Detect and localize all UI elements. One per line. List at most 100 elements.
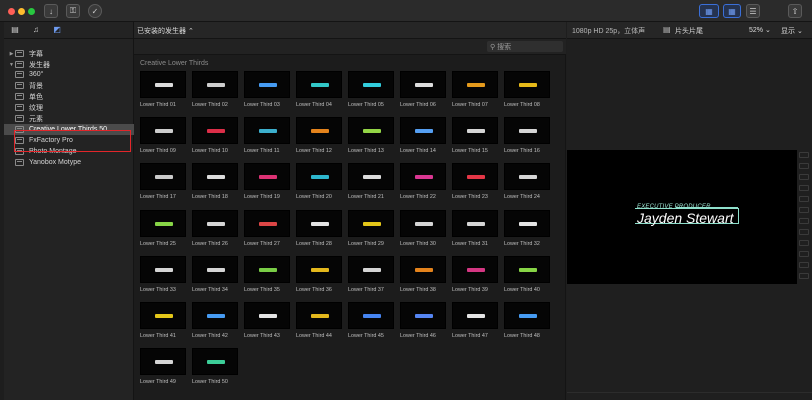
disclosure-closed-icon[interactable]: ▶ [8, 51, 15, 57]
generator-tile[interactable]: Lower Third 32 [504, 209, 550, 247]
generator-tile[interactable]: Lower Third 35 [244, 255, 290, 293]
generator-tile[interactable]: Lower Third 36 [296, 255, 342, 293]
thumbnail-title-graphic [467, 221, 485, 226]
generator-tile[interactable]: Lower Third 09 [140, 117, 186, 154]
generator-tile[interactable]: Lower Third 03 [244, 71, 290, 108]
installed-generators-select[interactable]: 已安装的发生器 ⌃ [137, 26, 194, 36]
project-format: 1080p HD 25p，立体声 [572, 28, 646, 35]
generator-tile[interactable]: Lower Third 47 [452, 302, 498, 339]
titles-generators-icon[interactable]: ◩ [51, 25, 63, 36]
timeline-layout-button[interactable]: ▦ [723, 4, 741, 18]
close-window-button[interactable] [8, 8, 15, 15]
sidebar-item[interactable]: 元素 [4, 113, 134, 124]
generator-tile[interactable]: Lower Third 25 [140, 209, 186, 247]
music-icon[interactable]: ♫ [30, 25, 42, 36]
generator-tile[interactable]: Lower Third 22 [400, 163, 446, 200]
generator-tile[interactable]: Lower Third 42 [192, 302, 238, 339]
generator-tile[interactable]: Lower Third 30 [400, 209, 446, 247]
library-icon[interactable]: ▤ [9, 25, 21, 36]
sidebar-item[interactable]: 360° [4, 69, 134, 80]
generator-tile[interactable]: Lower Third 34 [192, 255, 238, 293]
generator-tile[interactable]: Lower Third 50 [192, 348, 238, 385]
rail-slot [799, 152, 809, 158]
generator-tile[interactable]: Lower Third 46 [400, 302, 446, 339]
generator-tile-label: Lower Third 29 [348, 240, 384, 247]
generator-thumbnail [192, 348, 238, 376]
generator-tile[interactable]: Lower Third 17 [140, 163, 186, 200]
generator-tile[interactable]: Lower Third 24 [504, 163, 550, 200]
sidebar-item[interactable]: Photo Montage [4, 146, 134, 157]
background-tasks-button[interactable]: ✓ [88, 4, 102, 18]
generator-tile[interactable]: Lower Third 45 [348, 302, 394, 339]
generator-tile[interactable]: Lower Third 01 [140, 71, 186, 108]
keyword-button[interactable]: ⚿ [66, 4, 80, 18]
zoom-window-button[interactable] [28, 8, 35, 15]
generator-tile[interactable]: Lower Third 05 [348, 71, 394, 108]
generator-tile[interactable]: Lower Third 10 [192, 117, 238, 154]
generator-tile[interactable]: Lower Third 27 [244, 209, 290, 247]
search-input[interactable]: ⚲ 搜索 [487, 41, 563, 52]
generator-tile[interactable]: Lower Third 02 [192, 71, 238, 108]
sidebar-item[interactable]: Creative Lower Thirds 50 [4, 124, 134, 135]
inspector-button[interactable]: ☰ [746, 4, 760, 18]
thumbnail-title-graphic [311, 129, 329, 134]
generator-tile[interactable]: Lower Third 33 [140, 255, 186, 293]
browser-layout-button[interactable]: ▦ [699, 4, 719, 18]
generator-tile[interactable]: Lower Third 21 [348, 163, 394, 200]
video-preview[interactable]: EXECUTIVE PRODUCER Jayden Stewart [567, 150, 797, 284]
sidebar-item[interactable]: Yanobox Motype [4, 157, 134, 168]
import-button[interactable]: ↓ [44, 4, 58, 18]
generator-tile[interactable]: Lower Third 07 [452, 71, 498, 108]
generator-tile[interactable]: Lower Third 11 [244, 117, 290, 154]
generator-tile[interactable]: Lower Third 28 [296, 209, 342, 247]
generator-tile[interactable]: Lower Third 23 [452, 163, 498, 200]
generator-tile[interactable]: Lower Third 49 [140, 348, 186, 385]
sidebar-item[interactable]: 背景 [4, 80, 134, 91]
zoom-menu[interactable]: 52% ⌄ [749, 26, 771, 34]
sidebar-item[interactable]: 单色 [4, 91, 134, 102]
generator-tile-label: Lower Third 34 [192, 286, 228, 293]
minimize-window-button[interactable] [18, 8, 25, 15]
generator-folder-icon [15, 71, 24, 78]
generator-tile[interactable]: Lower Third 38 [400, 255, 446, 293]
generator-thumbnail [192, 163, 238, 191]
generator-thumbnail [296, 255, 342, 283]
generator-thumbnail [452, 163, 498, 191]
display-menu[interactable]: 显示 ⌄ [781, 26, 803, 36]
generator-thumbnail [192, 71, 238, 98]
generator-tile[interactable]: Lower Third 19 [244, 163, 290, 200]
generator-tile[interactable]: Lower Third 14 [400, 117, 446, 154]
generator-thumbnail [348, 302, 394, 329]
generator-tile[interactable]: Lower Third 20 [296, 163, 342, 200]
generator-tile[interactable]: Lower Third 39 [452, 255, 498, 293]
generator-browser: 已安装的发生器 ⌃ ⚲ 搜索 Creative Lower Thirds Low… [134, 22, 566, 400]
generator-tile[interactable]: Lower Third 41 [140, 302, 186, 339]
generator-tile[interactable]: Lower Third 29 [348, 209, 394, 247]
generator-tile[interactable]: Lower Third 43 [244, 302, 290, 339]
sidebar-item[interactable]: ▶ 字幕 [4, 48, 134, 59]
generator-tile[interactable]: Lower Third 40 [504, 255, 550, 293]
generator-tile[interactable]: Lower Third 44 [296, 302, 342, 339]
generator-tile[interactable]: Lower Third 12 [296, 117, 342, 154]
generator-tile[interactable]: Lower Third 31 [452, 209, 498, 247]
generator-tile[interactable]: Lower Third 48 [504, 302, 550, 339]
generator-tile[interactable]: Lower Third 18 [192, 163, 238, 200]
generator-tile[interactable]: Lower Third 04 [296, 71, 342, 108]
share-button[interactable]: ⇧ [788, 4, 802, 18]
generator-tile-label: Lower Third 25 [140, 240, 176, 247]
generator-tile[interactable]: Lower Third 26 [192, 209, 238, 247]
generator-tile[interactable]: Lower Third 37 [348, 255, 394, 293]
generator-tile[interactable]: Lower Third 13 [348, 117, 394, 154]
generator-tile[interactable]: Lower Third 15 [452, 117, 498, 154]
thumbnail-title-graphic [207, 267, 225, 272]
sidebar-item[interactable]: 纹理 [4, 102, 134, 113]
disclosure-open-icon[interactable]: ▼ [8, 62, 15, 68]
generator-tile[interactable]: Lower Third 16 [504, 117, 550, 154]
generator-tile-label: Lower Third 46 [400, 333, 436, 339]
generator-tile[interactable]: Lower Third 08 [504, 71, 550, 108]
generator-thumbnail [296, 302, 342, 329]
title-accent-line [676, 207, 738, 208]
generator-tile[interactable]: Lower Third 06 [400, 71, 446, 108]
generator-tile-label: Lower Third 17 [140, 194, 176, 201]
sidebar-item[interactable]: FxFactory Pro [4, 135, 134, 146]
